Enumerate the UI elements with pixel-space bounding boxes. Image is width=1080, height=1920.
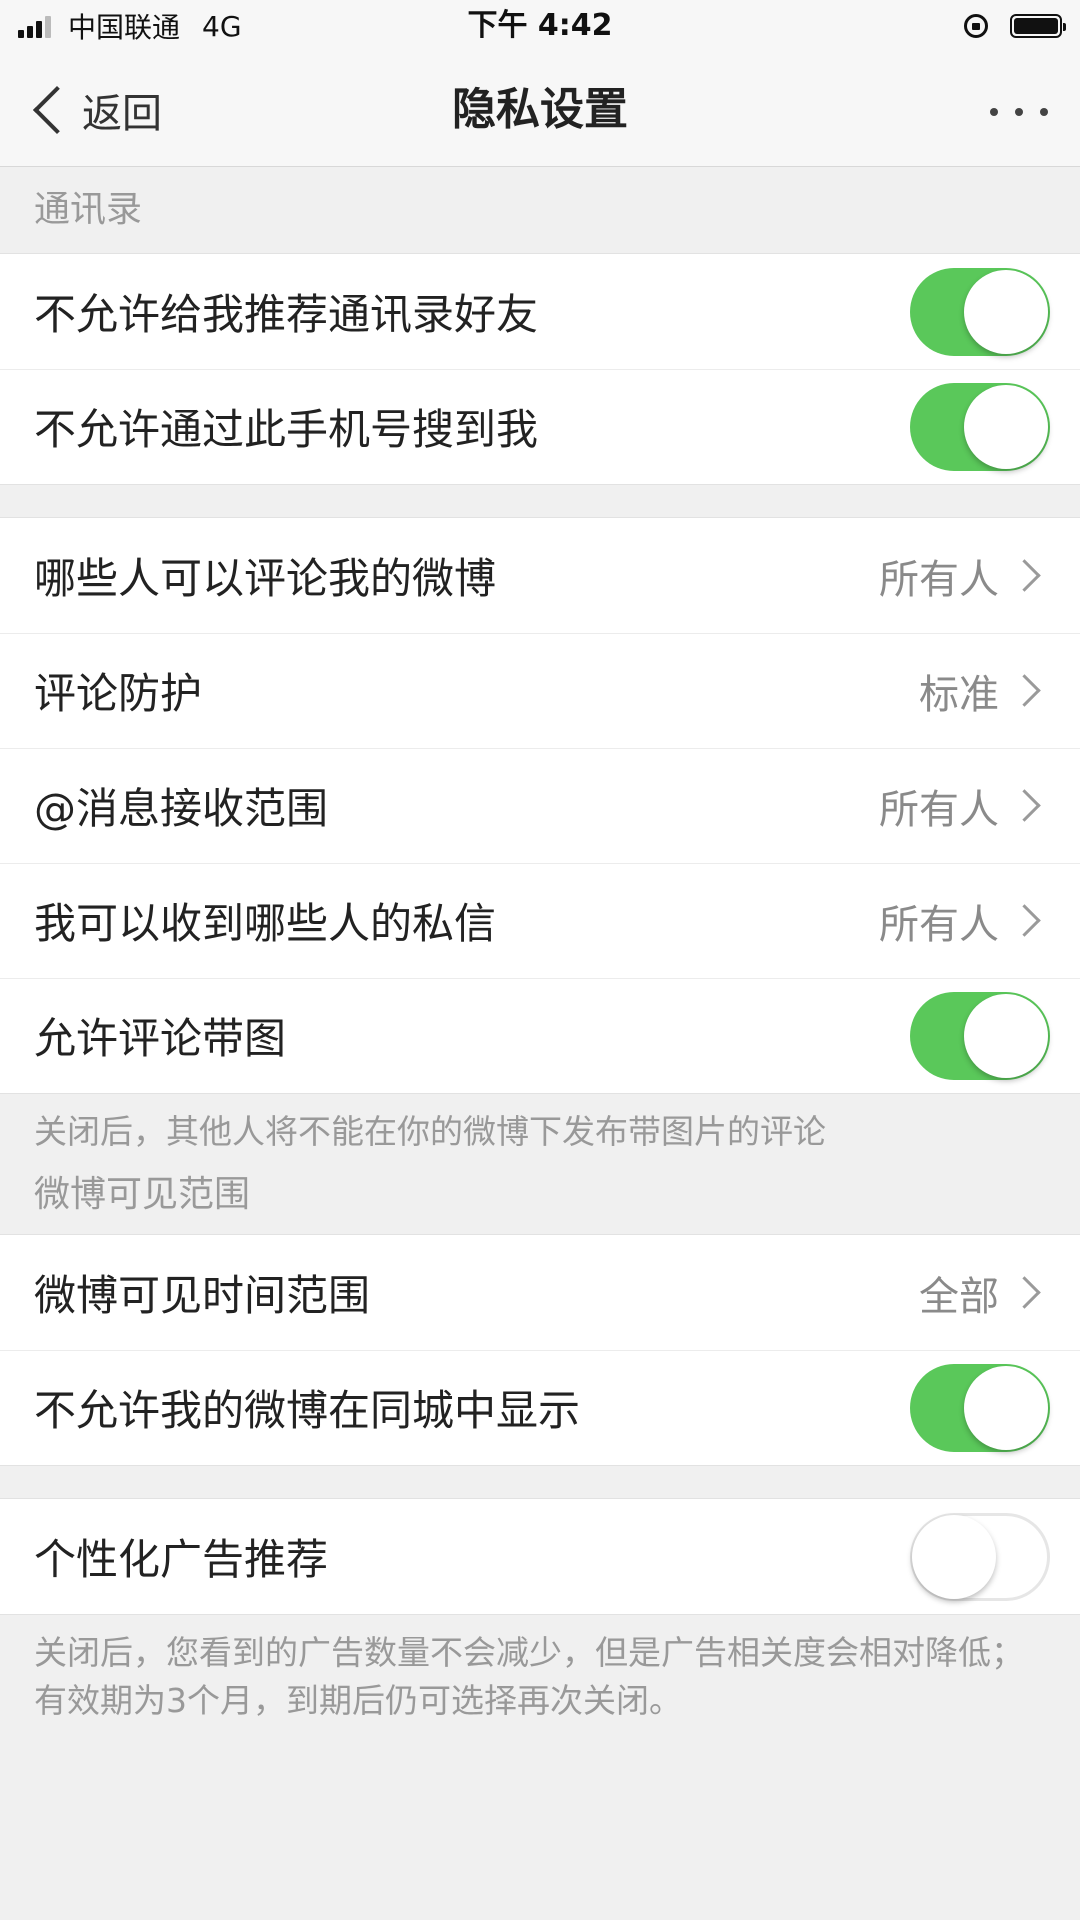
- page-title: 隐私设置: [452, 84, 628, 135]
- section-header-contacts: 通讯录: [0, 167, 1080, 253]
- setting-row-comment-protection[interactable]: 评论防护 标准: [0, 633, 1080, 748]
- settings-content: 通讯录 不允许给我推荐通讯录好友 不允许通过此手机号搜到我 哪些人可以评论我的微…: [0, 167, 1080, 1725]
- setting-row-recommend-contacts: 不允许给我推荐通讯录好友: [0, 254, 1080, 369]
- setting-value: 全部: [919, 1273, 999, 1320]
- more-options-icon[interactable]: [990, 102, 1048, 122]
- setting-label: 不允许通过此手机号搜到我: [34, 405, 539, 454]
- toggle-switch[interactable]: [910, 267, 1050, 356]
- setting-row-image-comments: 允许评论带图: [0, 978, 1080, 1093]
- setting-row-mention-range[interactable]: @消息接收范围 所有人: [0, 748, 1080, 863]
- setting-value: 所有人: [879, 786, 999, 833]
- setting-label: 允许评论带图: [34, 1014, 287, 1063]
- nav-bar: 返回 隐私设置: [0, 52, 1080, 167]
- setting-label: 不允许我的微博在同城中显示: [34, 1386, 581, 1435]
- ads-note: 关闭后，您看到的广告数量不会减少，但是广告相关度会相对降低；有效期为3个月，到期…: [0, 1615, 1080, 1725]
- setting-label: 个性化广告推荐: [34, 1535, 329, 1584]
- setting-row-visible-time-range[interactable]: 微博可见时间范围 全部: [0, 1235, 1080, 1350]
- group-spacer: [0, 1466, 1080, 1498]
- setting-value: 所有人: [879, 556, 999, 603]
- orientation-lock-icon: [964, 14, 988, 38]
- toggle-switch[interactable]: [910, 382, 1050, 471]
- setting-label: 我可以收到哪些人的私信: [34, 899, 497, 948]
- chevron-right-icon: [1008, 1276, 1041, 1309]
- chevron-right-icon: [1008, 789, 1041, 822]
- toggle-switch[interactable]: [910, 991, 1050, 1080]
- chevron-right-icon: [1008, 559, 1041, 592]
- setting-row-personalized-ads: 个性化广告推荐: [0, 1499, 1080, 1614]
- setting-label: 微博可见时间范围: [34, 1271, 371, 1320]
- setting-label: @消息接收范围: [34, 784, 329, 833]
- setting-row-hide-local: 不允许我的微博在同城中显示: [0, 1350, 1080, 1465]
- setting-value: 标准: [919, 671, 999, 718]
- chevron-right-icon: [1008, 674, 1041, 707]
- status-right: [964, 8, 1066, 44]
- image-comment-note: 关闭后，其他人将不能在你的微博下发布带图片的评论: [0, 1094, 1080, 1156]
- setting-label: 哪些人可以评论我的微博: [34, 554, 497, 603]
- group-spacer: [0, 485, 1080, 517]
- setting-label: 不允许给我推荐通讯录好友: [34, 290, 539, 339]
- setting-value: 所有人: [879, 901, 999, 948]
- contacts-group: 不允许给我推荐通讯录好友 不允许通过此手机号搜到我: [0, 253, 1080, 485]
- setting-row-who-can-comment[interactable]: 哪些人可以评论我的微博 所有人: [0, 518, 1080, 633]
- status-bar: 中国联通 4G 下午 4:42: [0, 0, 1080, 52]
- visibility-group: 微博可见时间范围 全部 不允许我的微博在同城中显示: [0, 1234, 1080, 1466]
- chevron-right-icon: [1008, 904, 1041, 937]
- toggle-switch[interactable]: [910, 1512, 1050, 1601]
- setting-row-search-by-phone: 不允许通过此手机号搜到我: [0, 369, 1080, 484]
- privacy-settings-screen: 中国联通 4G 下午 4:42 返回 隐私设置 通讯录 不允许给我推荐通讯录好友: [0, 0, 1080, 1920]
- interaction-group: 哪些人可以评论我的微博 所有人 评论防护 标准 @消息接收范围 所有人 我可以收…: [0, 517, 1080, 1094]
- battery-icon: [1010, 14, 1066, 38]
- toggle-switch[interactable]: [910, 1363, 1050, 1452]
- setting-row-private-messages[interactable]: 我可以收到哪些人的私信 所有人: [0, 863, 1080, 978]
- ads-group: 个性化广告推荐: [0, 1498, 1080, 1615]
- setting-label: 评论防护: [34, 669, 203, 718]
- status-time: 下午 4:42: [467, 8, 613, 43]
- section-header-visibility: 微博可见范围: [0, 1156, 1080, 1234]
